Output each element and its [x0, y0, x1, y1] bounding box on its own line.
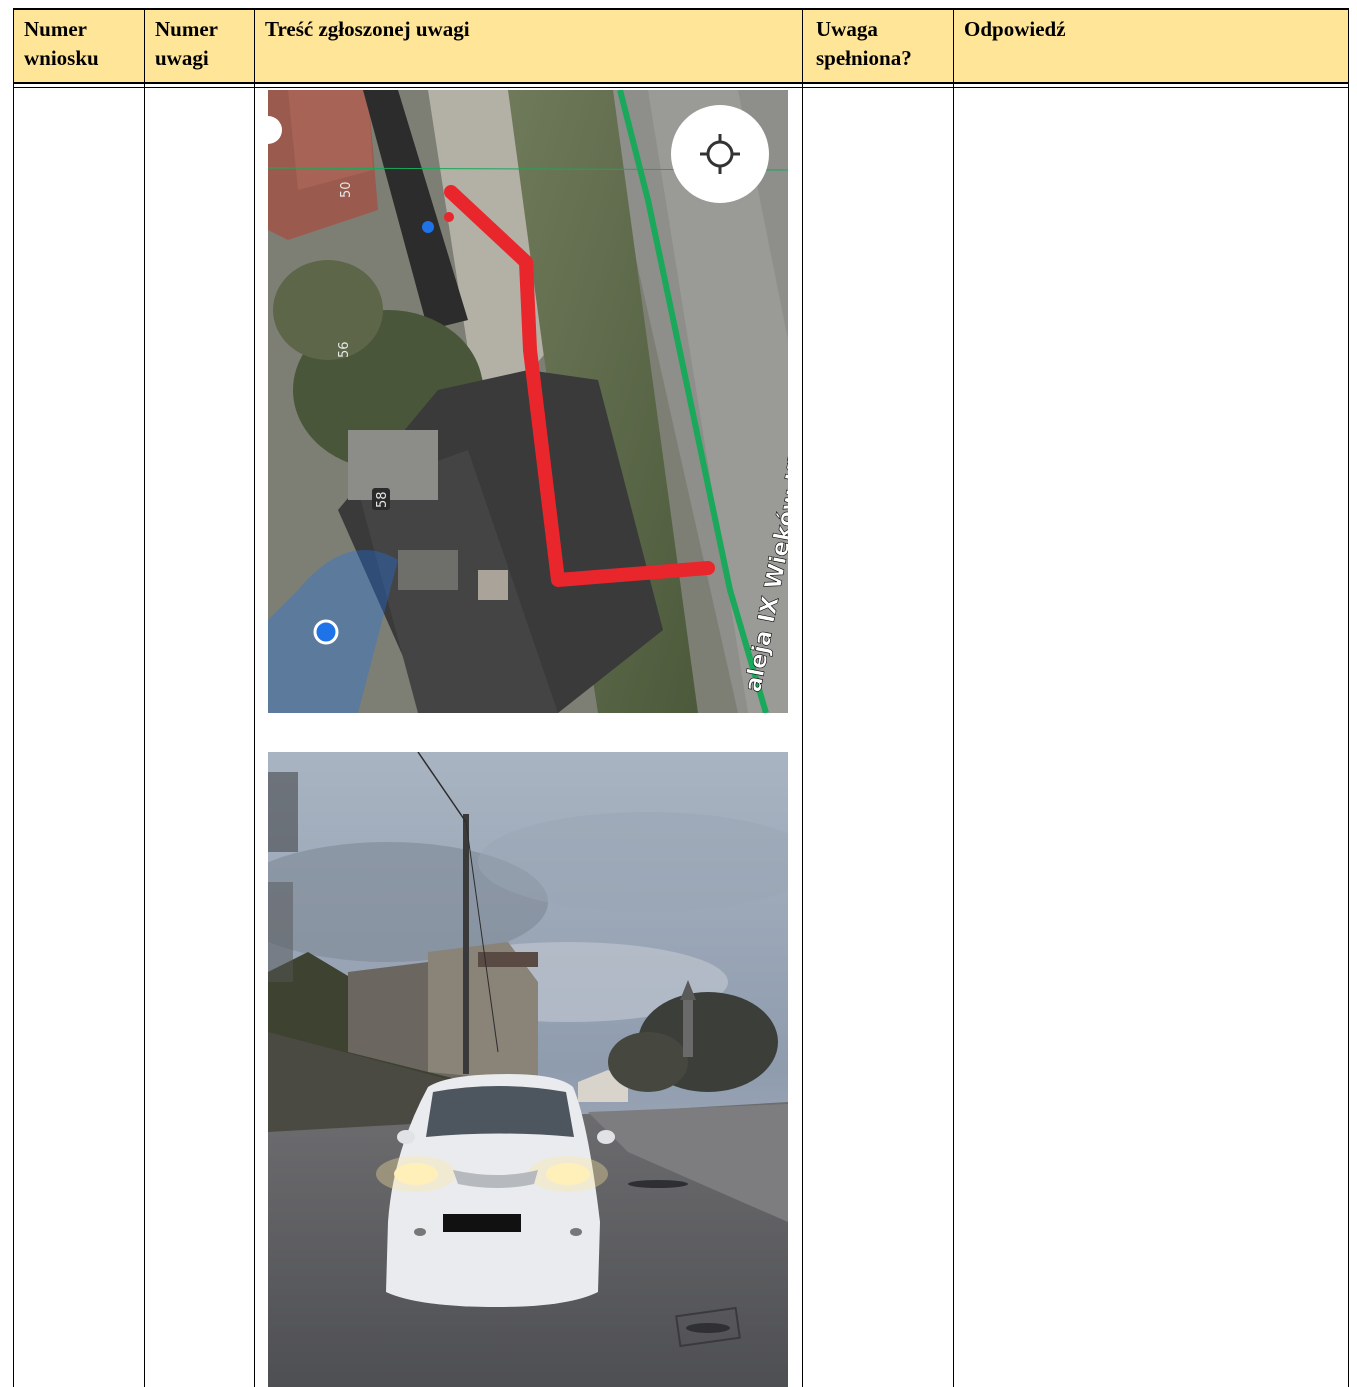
header-divider-inner	[13, 87, 1349, 88]
table-top-border	[13, 8, 1349, 10]
street-photo	[268, 752, 788, 1387]
col-border-0	[13, 8, 14, 1387]
cell-response	[954, 90, 1348, 110]
cell-request-no	[14, 90, 144, 110]
house-number-58: 58	[375, 491, 390, 508]
house-number-56: 56	[337, 341, 352, 358]
house-number-50: 50	[339, 181, 354, 198]
header-response: Odpowiedź	[964, 17, 1066, 41]
col-border-1	[144, 8, 145, 1387]
map-screenshot: 50 56 58 aleja IX Wieków Kielc	[268, 90, 788, 713]
col-border-2	[254, 8, 255, 1387]
cell-remark-no	[145, 90, 254, 110]
header-remark-no: Numer uwagi	[155, 17, 218, 70]
my-location-icon[interactable]	[671, 105, 769, 203]
header-request-no: Numer wniosku	[24, 17, 99, 70]
col-border-3	[802, 8, 803, 1387]
header-divider	[13, 82, 1349, 84]
header-remark-content: Treść zgłoszonej uwagi	[265, 17, 470, 41]
col-border-4	[953, 8, 954, 1387]
col-border-5	[1348, 8, 1349, 1387]
header-remark-accepted: Uwaga spełniona?	[816, 17, 912, 70]
cell-remark-accepted	[803, 90, 953, 110]
